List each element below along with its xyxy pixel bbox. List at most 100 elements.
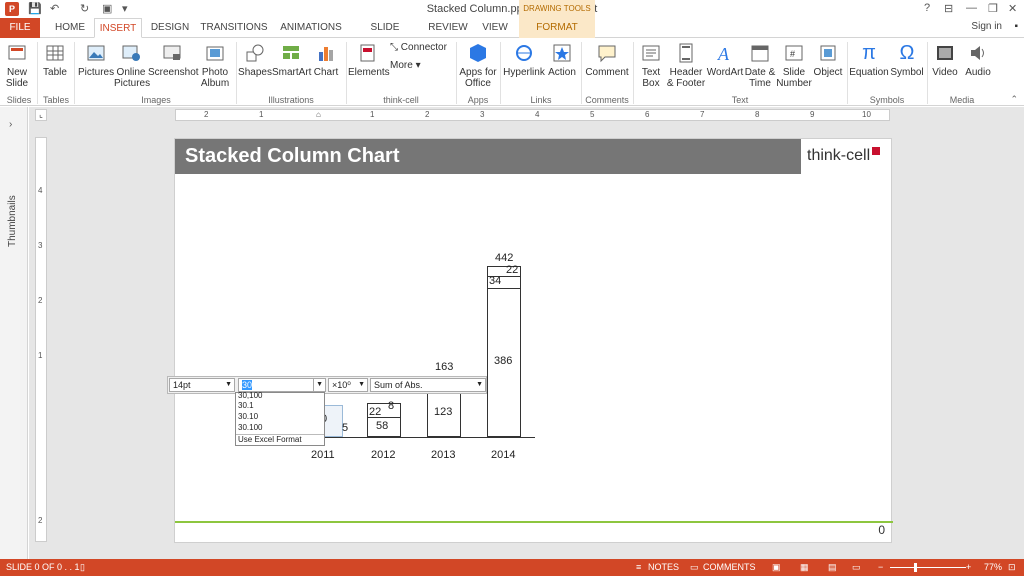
tab-design[interactable]: DESIGN [148, 18, 192, 38]
font-size-value: 14pt [173, 380, 191, 390]
magnitude-select[interactable]: ×10⁰ ▼ [328, 378, 368, 392]
normal-view-icon[interactable]: ▣ [772, 562, 781, 573]
chart-button[interactable]: Chart [310, 42, 342, 78]
number-format-input[interactable]: 30 ▼ [238, 378, 326, 392]
sign-in-link[interactable]: Sign in [971, 21, 1002, 32]
slide-sorter-icon[interactable]: ▦ [800, 562, 809, 573]
slide-show-icon[interactable]: ▭ [852, 562, 861, 573]
zoom-level[interactable]: 77% [984, 562, 1002, 572]
expand-chevron-icon[interactable]: › [9, 119, 12, 130]
video-button[interactable]: Video [929, 42, 961, 78]
online-pictures-button[interactable]: Online Pictures [114, 42, 150, 89]
tab-slide-show[interactable]: SLIDE SHOW [354, 18, 416, 53]
slide-number-button[interactable]: # Slide Number [776, 42, 812, 89]
segment-label[interactable]: 22 [369, 406, 381, 418]
elements-icon [360, 44, 375, 62]
font-size-select[interactable]: 14pt ▼ [169, 378, 235, 392]
symbol-button[interactable]: Ω Symbol [889, 42, 925, 78]
format-option[interactable]: 30.100 [238, 423, 262, 432]
slide-canvas[interactable]: Stacked Column Chart think-cell 0 5 58 2… [174, 138, 893, 543]
notes-button[interactable]: NOTES [648, 562, 679, 572]
tab-format[interactable]: FORMAT [519, 18, 595, 38]
category-label-2013[interactable]: 2013 [431, 449, 455, 461]
shapes-button[interactable]: Shapes [238, 42, 272, 78]
ribbon-display-icon[interactable]: ⊟ [944, 2, 953, 15]
pictures-button[interactable]: Pictures [78, 42, 114, 78]
segment-label[interactable]: 58 [376, 420, 388, 432]
category-label-2011[interactable]: 2011 [311, 449, 335, 461]
screenshot-button[interactable]: Screenshot [148, 42, 199, 78]
category-label-2012[interactable]: 2012 [371, 449, 395, 461]
total-label[interactable]: 163 [435, 361, 453, 373]
format-option[interactable]: 30.1 [238, 401, 254, 410]
tab-insert[interactable]: INSERT [94, 18, 142, 38]
zoom-out-icon[interactable]: − [878, 562, 883, 572]
total-label[interactable]: 442 [495, 252, 513, 264]
horizontal-ruler[interactable]: 2 1 ⌂ 1 2 3 4 5 6 7 8 9 10 [175, 109, 890, 121]
thumbnails-pane[interactable]: › Thumbnails [0, 107, 28, 559]
reading-view-icon[interactable]: ▤ [828, 562, 837, 573]
tab-review[interactable]: REVIEW [426, 18, 470, 38]
comment-button[interactable]: Comment [583, 42, 631, 78]
tab-stop-selector[interactable]: ⌞ [35, 109, 47, 121]
zoom-slider[interactable] [890, 567, 966, 568]
account-icon[interactable]: ▪ [1014, 21, 1018, 32]
group-think-cell-label: think-cell [383, 95, 419, 105]
fit-slide-icon[interactable]: ⊡ [1008, 562, 1016, 573]
segment-label[interactable]: 8 [388, 400, 394, 412]
ruler-tick: 3 [480, 110, 485, 119]
new-slide-icon [8, 45, 26, 60]
collapse-ribbon-icon[interactable]: ⌃ [1010, 94, 1018, 105]
slide-title[interactable]: Stacked Column Chart [185, 145, 399, 168]
close-icon[interactable]: ✕ [1008, 2, 1017, 15]
chevron-down-icon[interactable]: ▼ [313, 379, 323, 391]
minimize-icon[interactable]: — [966, 2, 977, 14]
smartart-button[interactable]: SmartArt [272, 42, 311, 78]
format-option[interactable]: 30.10 [238, 412, 258, 421]
tab-view[interactable]: VIEW [478, 18, 512, 38]
audio-button[interactable]: Audio [962, 42, 994, 78]
tab-transitions[interactable]: TRANSITIONS [200, 18, 268, 38]
slide-number-icon: # [785, 45, 803, 61]
help-icon[interactable]: ? [924, 2, 930, 14]
restore-icon[interactable]: ❐ [988, 2, 998, 15]
vertical-ruler[interactable]: 4 3 2 1 2 [35, 137, 47, 542]
tab-file[interactable]: FILE [0, 18, 40, 38]
segment-label[interactable]: 22 [506, 264, 518, 276]
format-option[interactable]: 30,100 [238, 391, 262, 400]
zoom-in-icon[interactable]: + [966, 562, 971, 572]
header-footer-button[interactable]: Header & Footer [666, 42, 706, 89]
tab-home[interactable]: HOME [48, 18, 92, 38]
object-button[interactable]: Object [812, 42, 844, 78]
segment-label[interactable]: 5 [342, 422, 348, 434]
new-slide-button[interactable]: New Slide [2, 42, 32, 89]
column-2014[interactable] [487, 266, 521, 437]
zoom-slider-thumb[interactable] [914, 563, 917, 572]
text-box-button[interactable]: Text Box [636, 42, 666, 89]
connector-button[interactable]: ⤡ Connector [390, 42, 452, 53]
indent-marker-icon[interactable]: ⌂ [316, 110, 321, 119]
apps-for-office-button[interactable]: Apps for Office [458, 42, 498, 89]
header-footer-icon [679, 43, 693, 63]
group-separator [74, 42, 75, 104]
table-button[interactable]: Table [40, 42, 70, 78]
wordart-button[interactable]: A WordArt [706, 42, 744, 78]
date-time-button[interactable]: Date & Time [744, 42, 776, 89]
group-media-label: Media [949, 95, 975, 105]
use-excel-format-option[interactable]: Use Excel Format [236, 434, 324, 444]
segment-label[interactable]: 386 [494, 355, 512, 367]
photo-album-button[interactable]: Photo Album [198, 42, 232, 89]
hyperlink-button[interactable]: Hyperlink [503, 42, 545, 78]
category-label-2014[interactable]: 2014 [491, 449, 515, 461]
spell-check-icon[interactable]: ▯ [80, 562, 85, 573]
elements-button[interactable]: Elements [348, 42, 390, 78]
equation-button[interactable]: π Equation [849, 42, 889, 78]
ruler-tick: 2 [38, 516, 43, 525]
action-button[interactable]: Action [546, 42, 578, 78]
sum-mode-select[interactable]: Sum of Abs. ▼ [370, 378, 486, 392]
tab-animations[interactable]: ANIMATIONS [278, 18, 344, 38]
comments-button[interactable]: COMMENTS [703, 562, 756, 572]
more-button[interactable]: More ▾ [390, 60, 430, 71]
segment-label[interactable]: 34 [489, 275, 501, 287]
segment-label[interactable]: 123 [434, 406, 452, 418]
